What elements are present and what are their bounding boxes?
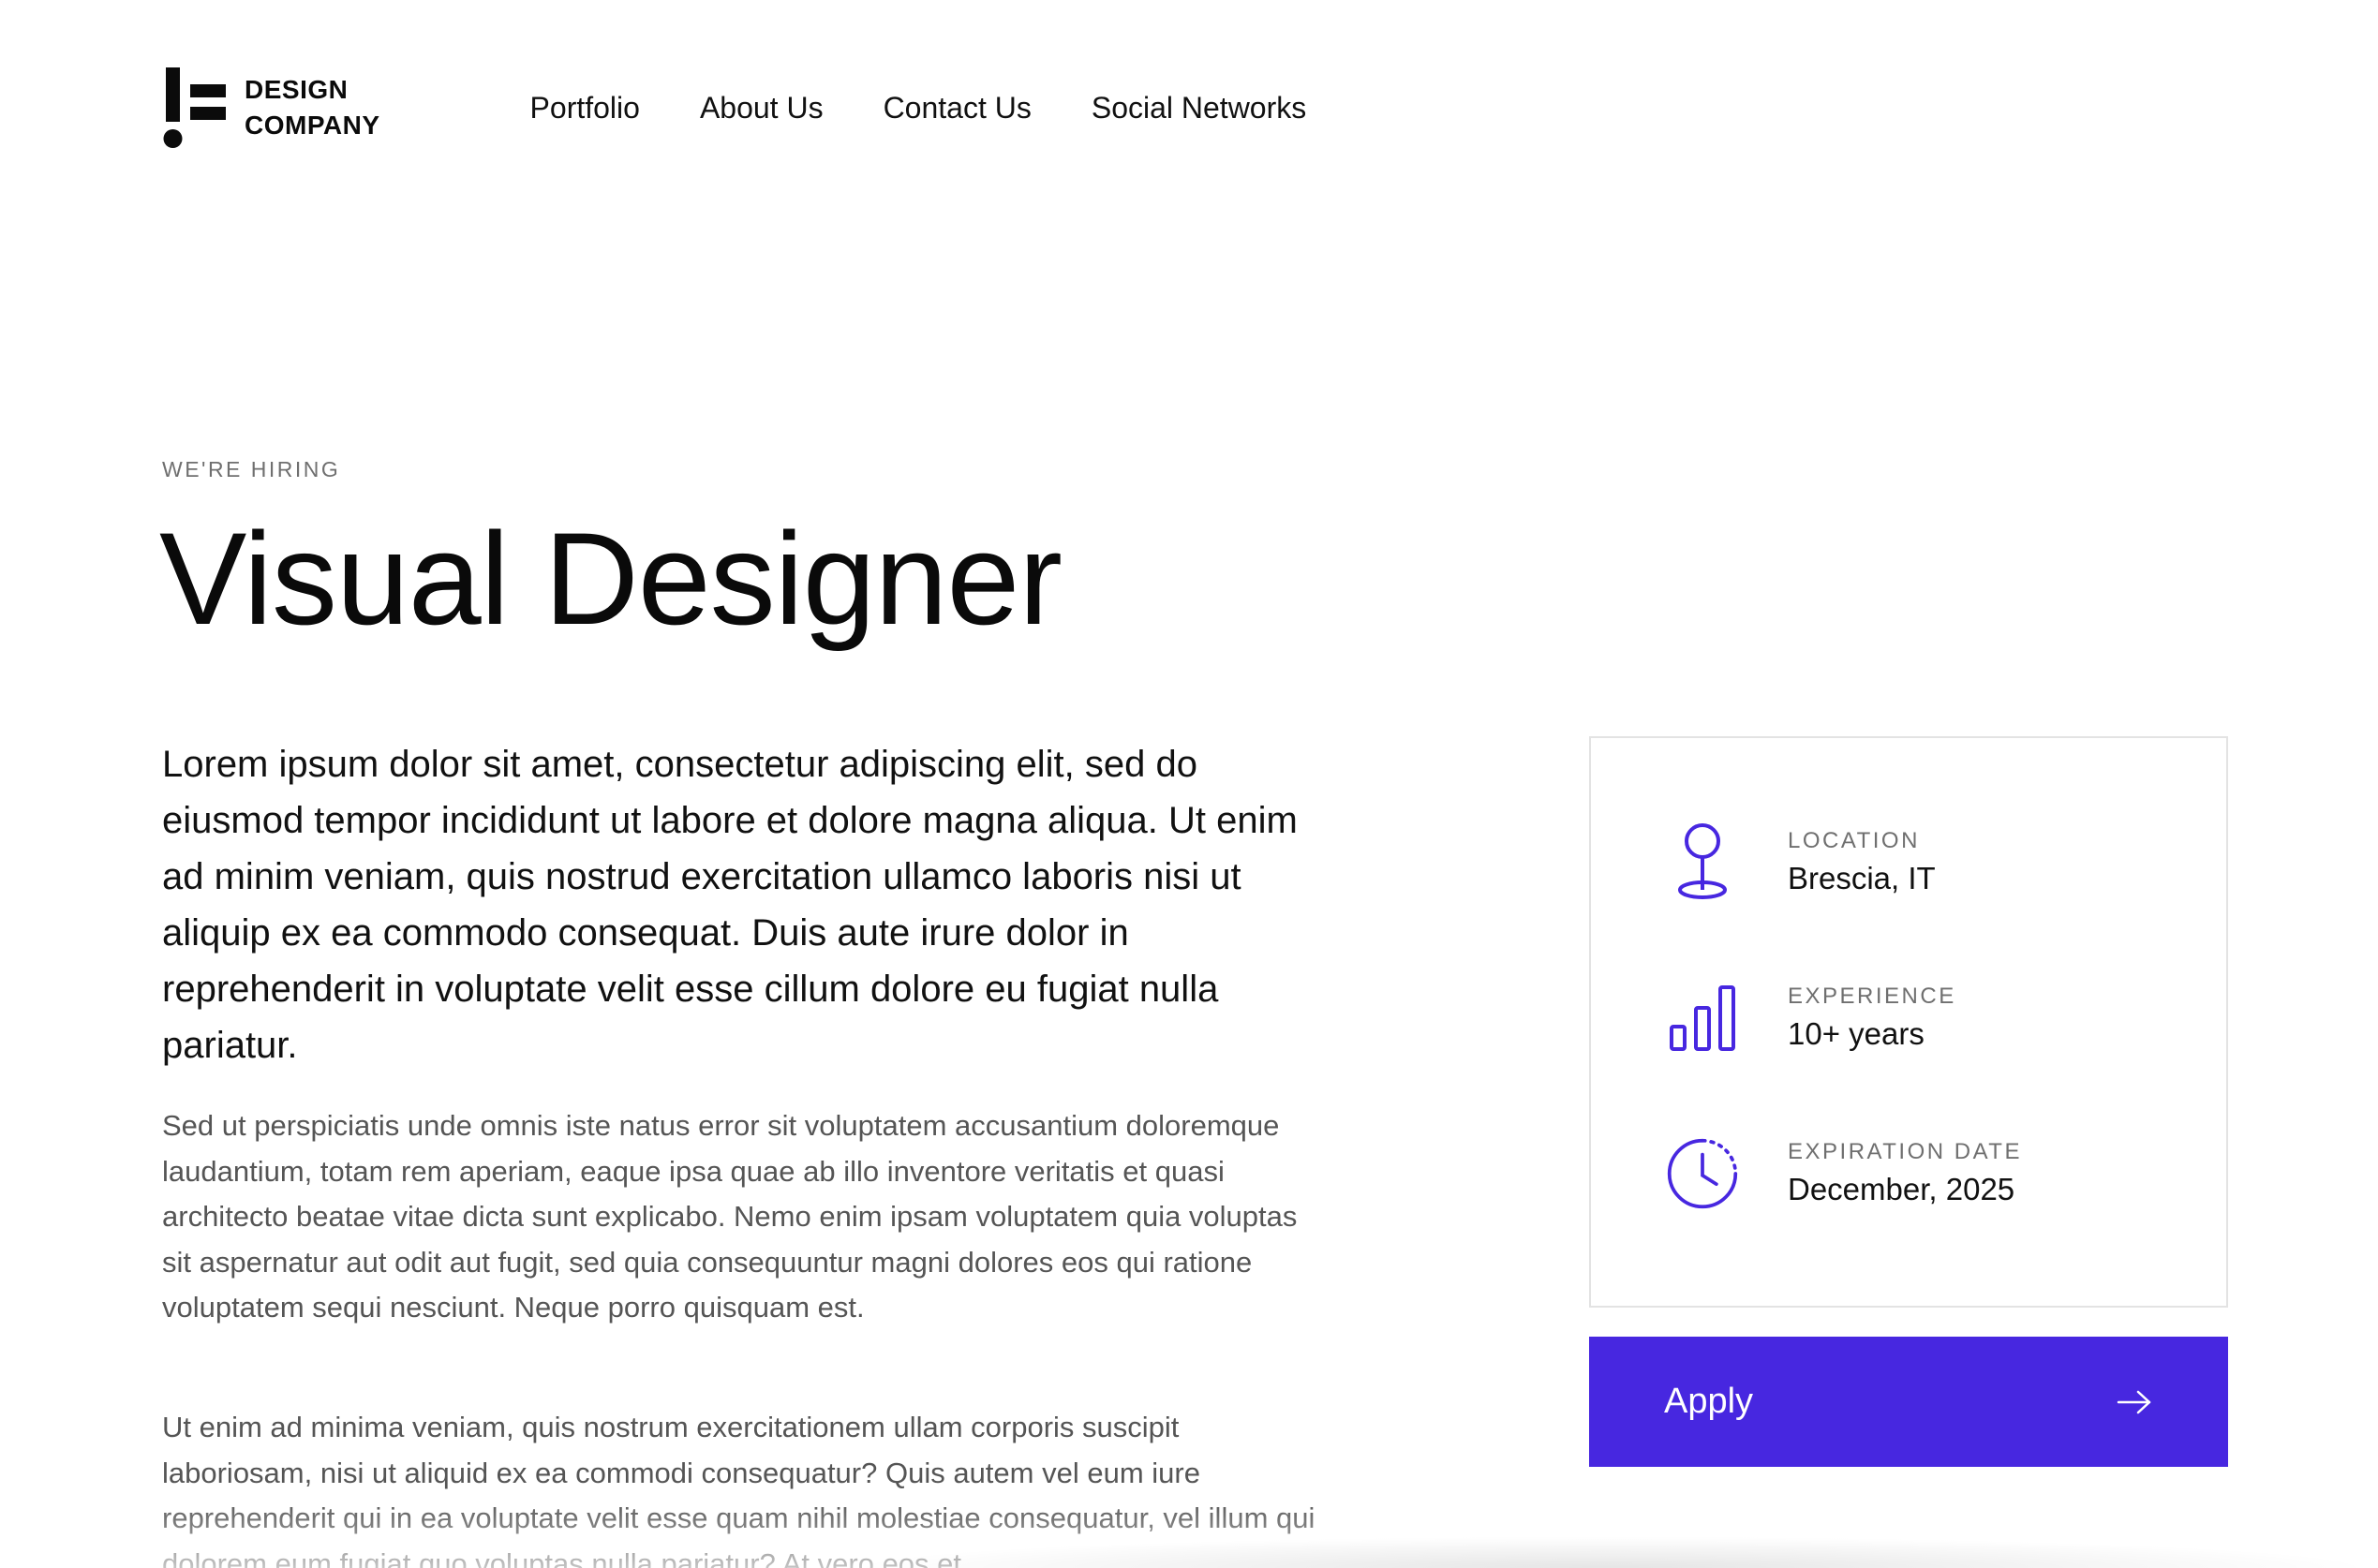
nav-link-social-networks[interactable]: Social Networks [1092,91,1306,126]
detail-expiration-label: EXPIRATION DATE [1788,1139,2022,1164]
arrow-right-icon [2116,1388,2153,1416]
lead-paragraph: Lorem ipsum dolor sit amet, consectetur … [162,744,1298,1066]
map-pin-icon [1666,822,1739,903]
detail-experience-label: EXPERIENCE [1788,984,1956,1009]
detail-experience-text: EXPERIENCE 10+ years [1788,981,1956,1056]
logo-mark-icon [162,67,228,148]
detail-location-text: LOCATION Brescia, IT [1788,825,1936,900]
body-paragraph-1: Sed ut perspiciatis unde omnis iste natu… [162,1109,1298,1324]
hiring-eyebrow: WE'RE HIRING [162,457,341,481]
detail-experience-value: 10+ years [1788,1016,1925,1051]
nav-link-about-us[interactable]: About Us [700,91,824,126]
brand-name-line1: DESIGN [245,75,349,104]
detail-expiration-text: EXPIRATION DATE December, 2025 [1788,1136,2022,1211]
brand-name-line2: COMPANY [245,111,380,140]
brand-name: DESIGN COMPANY [245,72,380,143]
site-header: DESIGN COMPANY Portfolio About Us Contac… [162,66,1568,150]
apply-button[interactable]: Apply [1589,1337,2228,1467]
main-nav: Portfolio About Us Contact Us Social Net… [530,91,1307,126]
detail-location: LOCATION Brescia, IT [1666,822,1936,903]
brand-logo[interactable]: DESIGN COMPANY [162,67,380,148]
detail-expiration: EXPIRATION DATE December, 2025 [1666,1133,2022,1214]
detail-location-value: Brescia, IT [1788,861,1936,895]
bar-chart-icon [1666,978,1739,1058]
clock-icon [1666,1133,1739,1214]
detail-expiration-value: December, 2025 [1788,1172,2015,1206]
nav-link-contact-us[interactable]: Contact Us [884,91,1032,126]
apply-button-label: Apply [1664,1382,1754,1421]
body-paragraph-2: Ut enim ad minima veniam, quis nostrum e… [162,1411,1315,1568]
nav-link-portfolio[interactable]: Portfolio [530,91,640,126]
page-title: Visual Designer [159,505,1063,652]
detail-location-label: LOCATION [1788,828,1920,853]
detail-experience: EXPERIENCE 10+ years [1666,978,1956,1058]
job-details-card: LOCATION Brescia, IT EXPERIENCE 10+ year… [1589,736,2228,1308]
job-posting-page: DESIGN COMPANY Portfolio About Us Contac… [0,0,2378,1568]
